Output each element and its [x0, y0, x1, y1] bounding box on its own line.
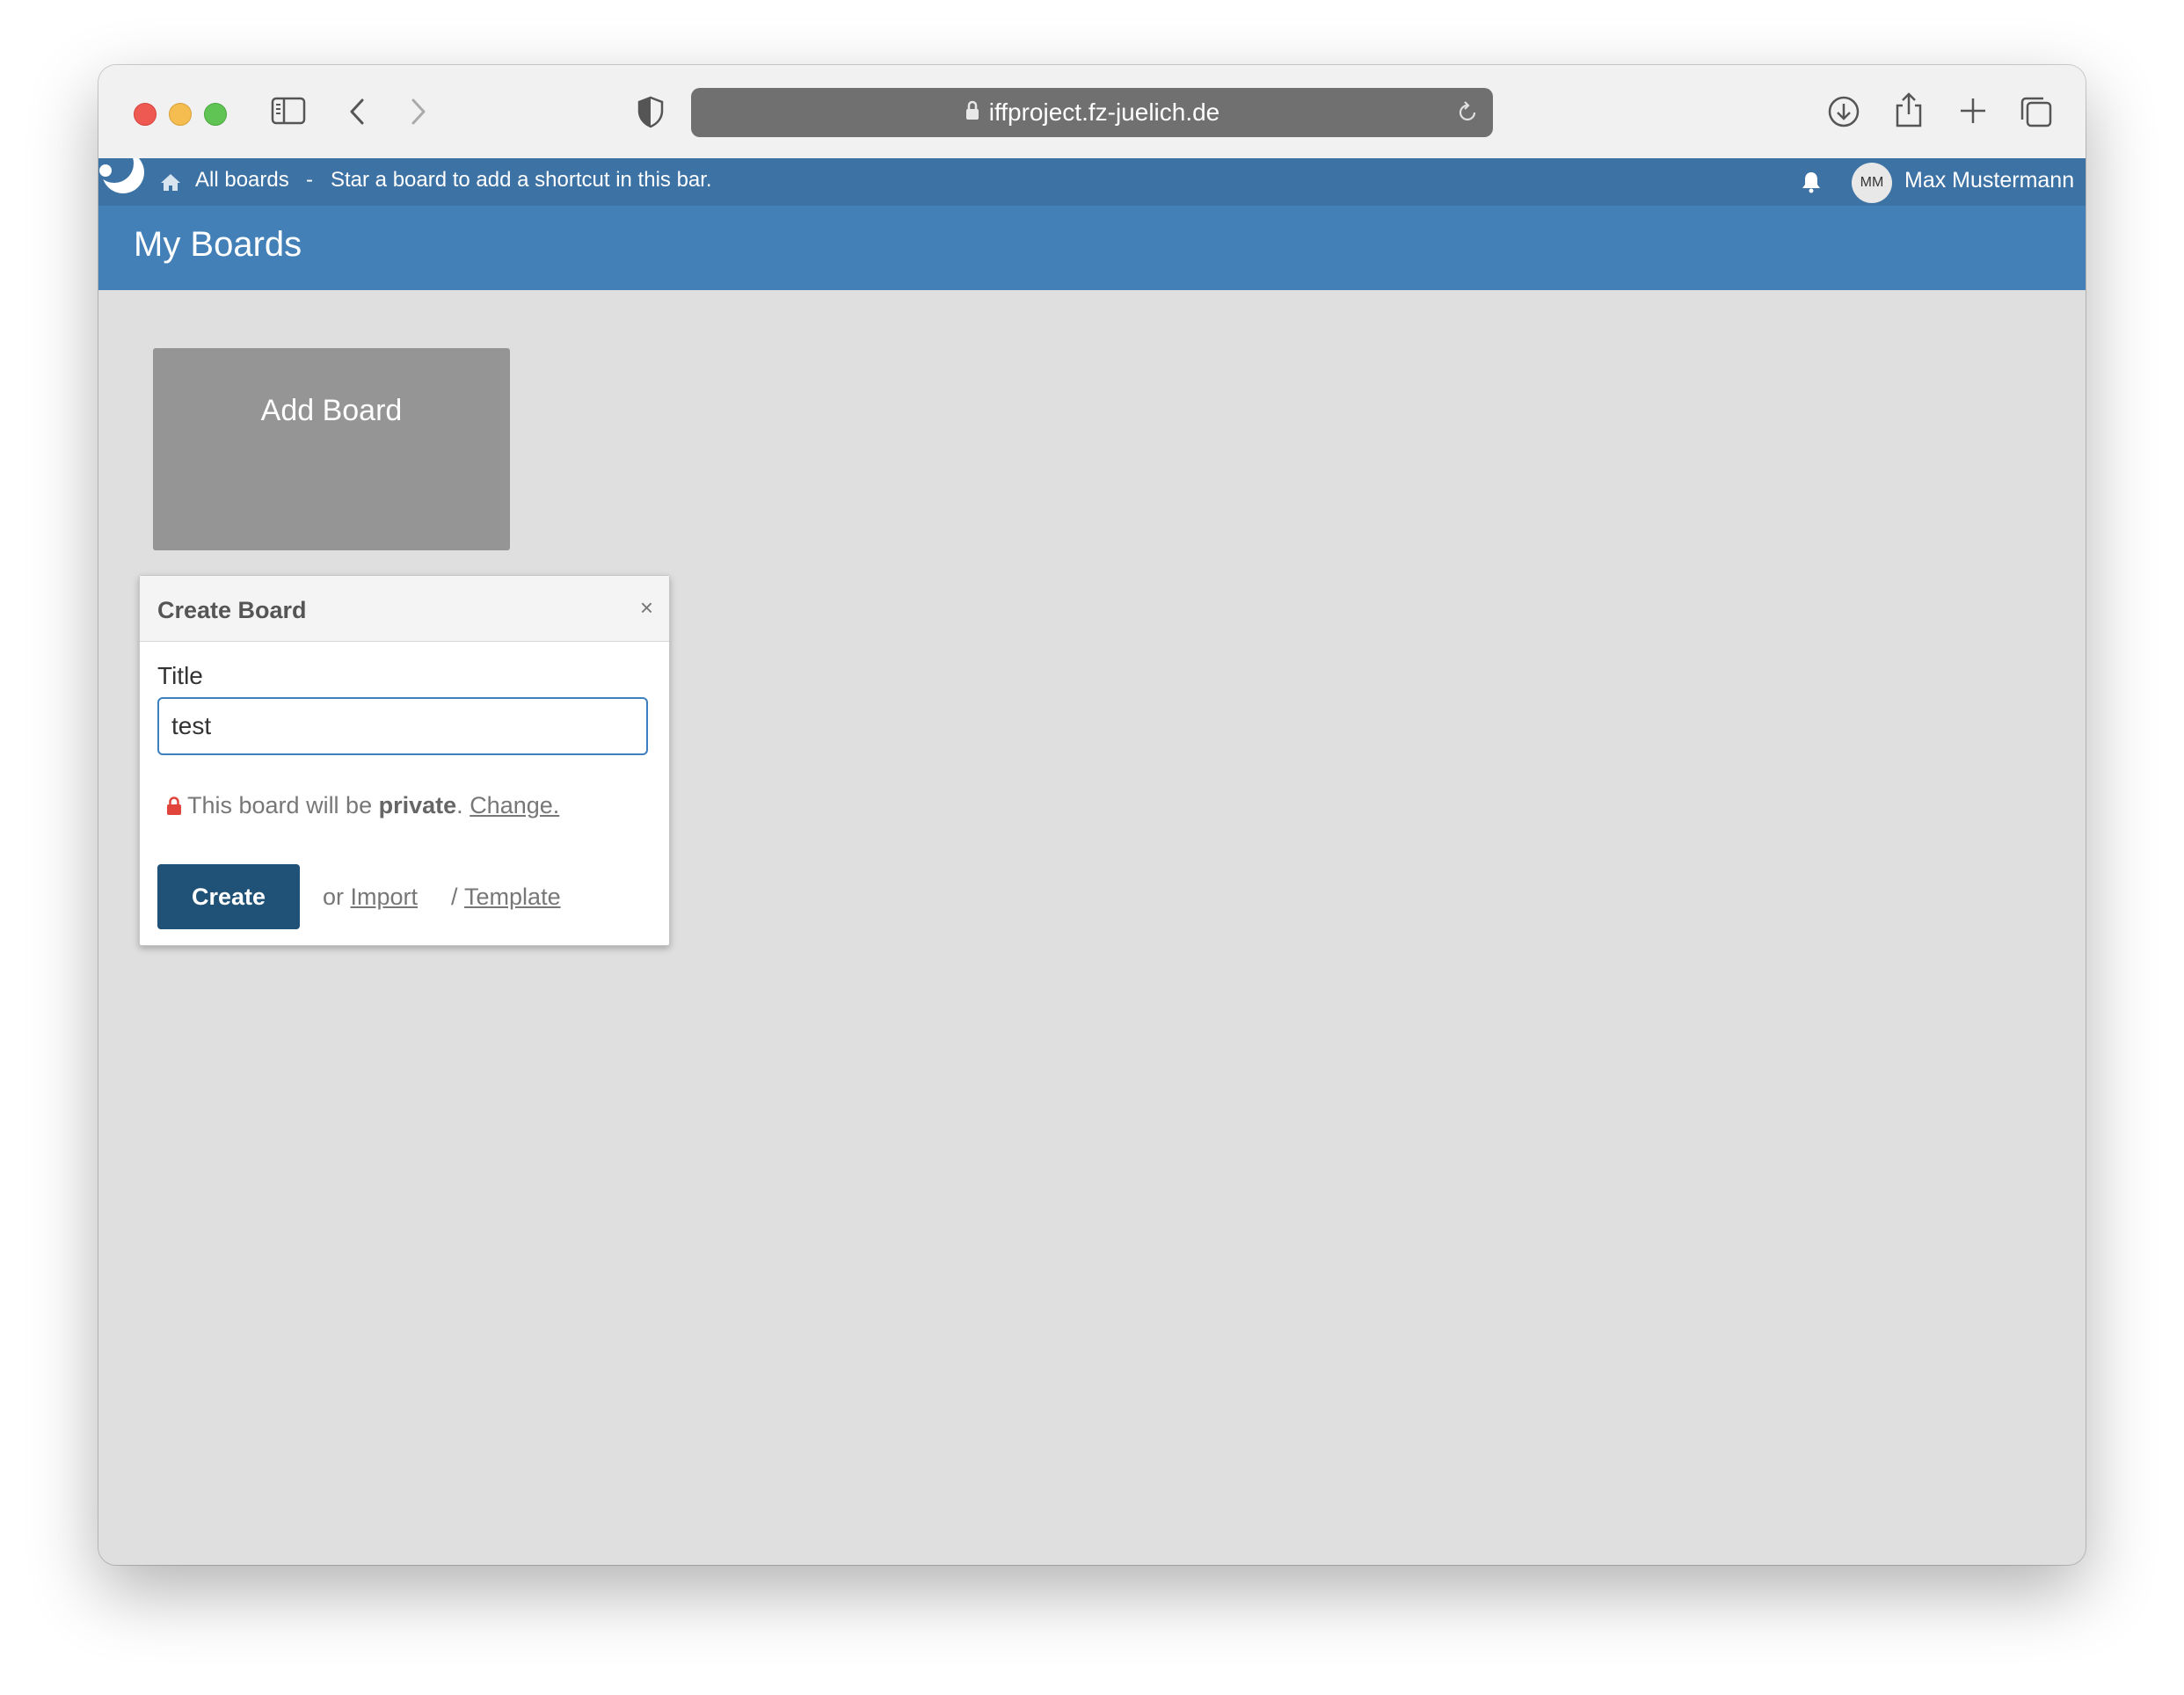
nav-separator: - [306, 168, 313, 192]
create-board-popup: Create Board × Title This board will be … [139, 575, 670, 946]
avatar[interactable]: MM [1852, 163, 1892, 203]
forward-icon[interactable] [408, 97, 429, 127]
popup-header: Create Board × [140, 576, 669, 642]
privacy-level: private [378, 792, 457, 818]
privacy-period: . [456, 792, 463, 818]
address-bar[interactable]: iffproject.fz-juelich.de [691, 88, 1493, 137]
app-navbar: All boards - Star a board to add a short… [98, 144, 2086, 206]
maximize-window-button[interactable] [204, 103, 227, 126]
or-text: or [323, 884, 345, 910]
slash-text: / [451, 884, 458, 910]
tab-overview-icon[interactable] [2019, 95, 2054, 128]
sidebar-toggle-icon[interactable] [271, 97, 306, 125]
page-title: My Boards [134, 225, 302, 264]
board-title-input[interactable] [157, 697, 648, 755]
privacy-shield-icon[interactable] [637, 95, 665, 128]
close-icon[interactable]: × [640, 595, 653, 620]
privacy-text: This board will be [187, 792, 373, 818]
import-link[interactable]: Import [351, 884, 419, 910]
all-boards-link[interactable]: All boards [195, 168, 289, 193]
url-text: iffproject.fz-juelich.de [988, 98, 1220, 126]
browser-toolbar: iffproject.fz-juelich.de [98, 65, 2086, 159]
template-option: / Template [451, 884, 561, 911]
popup-title: Create Board [157, 597, 307, 623]
reload-icon[interactable] [1456, 100, 1479, 129]
template-link[interactable]: Template [464, 884, 561, 910]
star-hint-text: Star a board to add a shortcut in this b… [331, 168, 712, 192]
minimize-window-button[interactable] [169, 103, 192, 126]
downloads-icon[interactable] [1827, 95, 1860, 128]
back-icon[interactable] [346, 97, 368, 127]
add-board-tile[interactable]: Add Board [153, 348, 510, 550]
title-field-label: Title [157, 662, 203, 689]
import-option: or Import [323, 884, 418, 911]
page-header: My Boards [98, 206, 2086, 290]
app-logo-icon[interactable] [98, 144, 148, 210]
lock-icon [965, 100, 980, 126]
close-window-button[interactable] [134, 103, 157, 126]
add-board-label: Add Board [260, 394, 403, 427]
new-tab-icon[interactable] [1959, 97, 1987, 125]
home-icon[interactable] [160, 172, 181, 196]
change-privacy-link[interactable]: Change. [470, 792, 559, 819]
lock-icon [166, 796, 182, 816]
share-icon[interactable] [1894, 91, 1924, 128]
privacy-notice: This board will be private. Change. [166, 792, 559, 819]
browser-window: iffproject.fz-juelich.de All boards - St… [98, 65, 2086, 1565]
username[interactable]: Max Mustermann [1904, 168, 2074, 193]
create-button[interactable]: Create [157, 864, 300, 929]
notifications-bell-icon[interactable] [1801, 171, 1822, 198]
